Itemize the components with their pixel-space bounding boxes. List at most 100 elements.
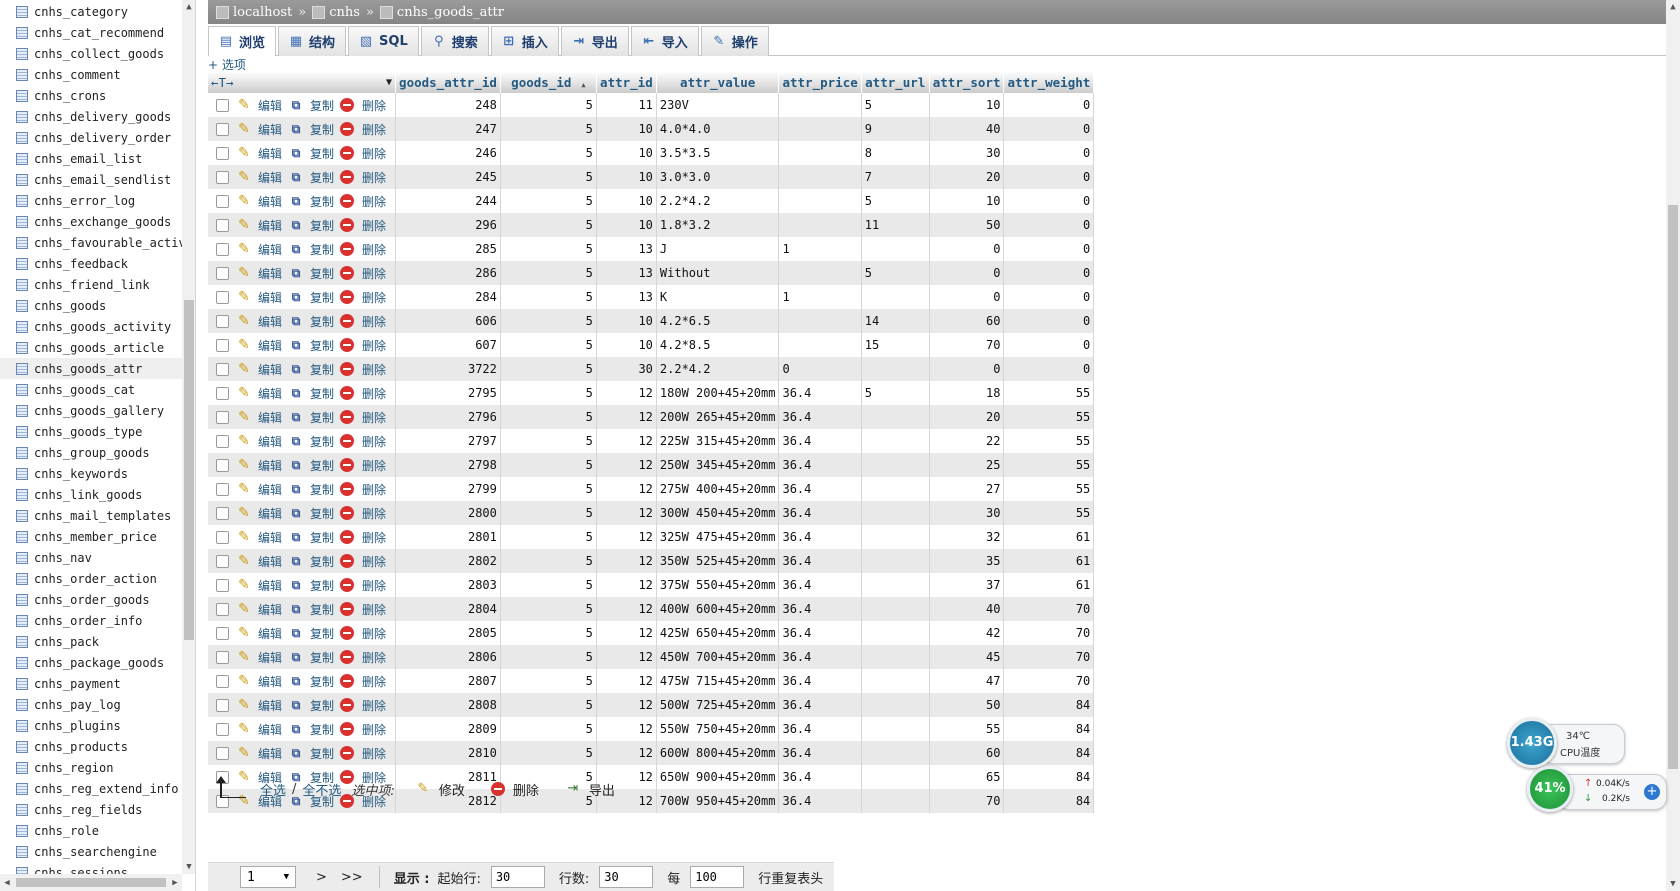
cell-attr-value[interactable]: Without — [656, 261, 780, 285]
cell-goods-id[interactable]: 5 — [500, 453, 597, 477]
sidebar-item-table[interactable]: cnhs_reg_extend_info — [0, 778, 182, 799]
cell-attr-price[interactable]: 36.4 — [778, 453, 862, 477]
table-icon[interactable] — [16, 803, 28, 816]
table-icon[interactable] — [16, 635, 28, 648]
column-header-attr-value[interactable]: attr_value — [656, 71, 780, 93]
cell-attr-price[interactable]: 36.4 — [778, 693, 862, 717]
column-header-attr-id[interactable]: attr_id — [596, 71, 657, 93]
copy-button[interactable]: ⧉ 复制 — [288, 361, 334, 378]
table-icon[interactable] — [16, 341, 28, 354]
cell-goods-id[interactable]: 5 — [500, 285, 597, 309]
cell-attr-sort[interactable]: 0 — [929, 285, 1005, 309]
copy-button[interactable]: ⧉ 复制 — [288, 337, 334, 354]
sidebar-item-table[interactable]: cnhs_products — [0, 736, 182, 757]
cell-attr-price[interactable] — [778, 333, 862, 357]
cell-goods-attr-id[interactable]: 244 — [395, 189, 501, 213]
cell-attr-price[interactable]: 36.4 — [778, 477, 862, 501]
tab-sql[interactable]: ▧ SQL — [348, 26, 419, 56]
cell-attr-weight[interactable]: 61 — [1003, 549, 1095, 573]
cell-goods-attr-id[interactable]: 2798 — [395, 453, 501, 477]
cell-goods-id[interactable]: 5 — [500, 741, 597, 765]
cell-attr-sort[interactable]: 60 — [929, 309, 1005, 333]
delete-button[interactable]: 删除 — [340, 169, 386, 186]
cell-attr-url[interactable] — [861, 573, 930, 597]
edit-button[interactable]: ✎ 编辑 — [236, 409, 282, 426]
cell-attr-value[interactable]: K — [656, 285, 780, 309]
cell-goods-attr-id[interactable]: 245 — [395, 165, 501, 189]
cell-attr-sort[interactable]: 0 — [929, 261, 1005, 285]
copy-button[interactable]: ⧉ 复制 — [288, 529, 334, 546]
cell-goods-id[interactable]: 5 — [500, 525, 597, 549]
cell-attr-url[interactable] — [861, 477, 930, 501]
table-icon[interactable] — [16, 509, 28, 522]
sidebar-item-table[interactable]: cnhs_mail_templates — [0, 505, 182, 526]
table-icon[interactable] — [16, 278, 28, 291]
table-icon[interactable] — [16, 320, 28, 333]
table-icon[interactable] — [16, 404, 28, 417]
cell-attr-sort[interactable]: 30 — [929, 501, 1005, 525]
edit-button[interactable]: ✎ 编辑 — [236, 553, 282, 570]
cell-goods-id[interactable]: 5 — [500, 333, 597, 357]
edit-button[interactable]: ✎ 编辑 — [236, 721, 282, 738]
cell-goods-attr-id[interactable]: 2801 — [395, 525, 501, 549]
sidebar-item-table[interactable]: cnhs_goods_type — [0, 421, 182, 442]
copy-button[interactable]: ⧉ 复制 — [288, 553, 334, 570]
cell-attr-id[interactable]: 13 — [596, 261, 657, 285]
table-icon[interactable] — [16, 299, 28, 312]
cell-goods-attr-id[interactable]: 2806 — [395, 645, 501, 669]
cell-goods-attr-id[interactable]: 2800 — [395, 501, 501, 525]
sidebar-item-table[interactable]: cnhs_goods — [0, 295, 182, 316]
cell-attr-value[interactable]: 275W 400+45+20mm — [656, 477, 780, 501]
tab-operations[interactable]: ✎ 操作 — [700, 26, 769, 56]
delete-button[interactable]: 删除 — [340, 553, 386, 570]
cell-goods-id[interactable]: 5 — [500, 309, 597, 333]
edit-button[interactable]: ✎ 编辑 — [236, 745, 282, 762]
cell-goods-id[interactable]: 5 — [500, 645, 597, 669]
cell-attr-url[interactable] — [861, 285, 930, 309]
cell-attr-sort[interactable]: 27 — [929, 477, 1005, 501]
delete-button[interactable]: 删除 — [340, 361, 386, 378]
sidebar-item-table[interactable]: cnhs_email_list — [0, 148, 182, 169]
cell-goods-attr-id[interactable]: 2799 — [395, 477, 501, 501]
cell-attr-id[interactable]: 12 — [596, 501, 657, 525]
system-monitor-widget[interactable]: 34℃ CPU温度 1.43G ↑ 0.04K/s ↓ 0.2K/s + 41% — [1507, 718, 1667, 814]
cell-attr-price[interactable]: 36.4 — [778, 765, 862, 789]
edit-button[interactable]: ✎ 编辑 — [236, 337, 282, 354]
cell-attr-value[interactable]: 4.2*6.5 — [656, 309, 780, 333]
cell-attr-id[interactable]: 30 — [596, 357, 657, 381]
row-checkbox[interactable] — [216, 314, 229, 328]
cell-attr-value[interactable]: 500W 725+45+20mm — [656, 693, 780, 717]
cell-attr-sort[interactable]: 50 — [929, 213, 1005, 237]
cell-attr-weight[interactable]: 84 — [1003, 741, 1095, 765]
sidebar-item-table[interactable]: cnhs_nav — [0, 547, 182, 568]
delete-button[interactable]: 删除 — [340, 313, 386, 330]
row-checkbox[interactable] — [216, 578, 229, 592]
table-icon[interactable] — [16, 215, 28, 228]
scrollbar-thumb[interactable] — [1668, 205, 1678, 769]
cell-goods-id[interactable]: 5 — [500, 93, 597, 117]
cell-attr-id[interactable]: 13 — [596, 285, 657, 309]
edit-button[interactable]: ✎ 编辑 — [236, 385, 282, 402]
cell-goods-attr-id[interactable]: 2810 — [395, 741, 501, 765]
row-checkbox[interactable] — [216, 194, 229, 208]
sidebar-item-table[interactable]: cnhs_collect_goods — [0, 43, 182, 64]
sidebar-item-table[interactable]: cnhs_email_sendlist — [0, 169, 182, 190]
cell-goods-id[interactable]: 5 — [500, 405, 597, 429]
table-icon[interactable] — [16, 26, 28, 39]
delete-button[interactable]: 删除 — [340, 145, 386, 162]
table-icon[interactable] — [16, 866, 28, 874]
cell-attr-value[interactable]: 3.5*3.5 — [656, 141, 780, 165]
cell-attr-value[interactable]: 550W 750+45+20mm — [656, 717, 780, 741]
cell-goods-attr-id[interactable]: 296 — [395, 213, 501, 237]
sidebar-item-table[interactable]: cnhs_goods_cat — [0, 379, 182, 400]
copy-button[interactable]: ⧉ 复制 — [288, 193, 334, 210]
delete-button[interactable]: 删除 — [340, 529, 386, 546]
cell-attr-sort[interactable]: 32 — [929, 525, 1005, 549]
cell-goods-id[interactable]: 5 — [500, 117, 597, 141]
row-checkbox[interactable] — [216, 626, 229, 640]
cell-goods-id[interactable]: 5 — [500, 357, 597, 381]
row-checkbox[interactable] — [216, 554, 229, 568]
cell-attr-id[interactable]: 11 — [596, 93, 657, 117]
table-icon[interactable] — [16, 845, 28, 858]
cell-attr-id[interactable]: 12 — [596, 645, 657, 669]
